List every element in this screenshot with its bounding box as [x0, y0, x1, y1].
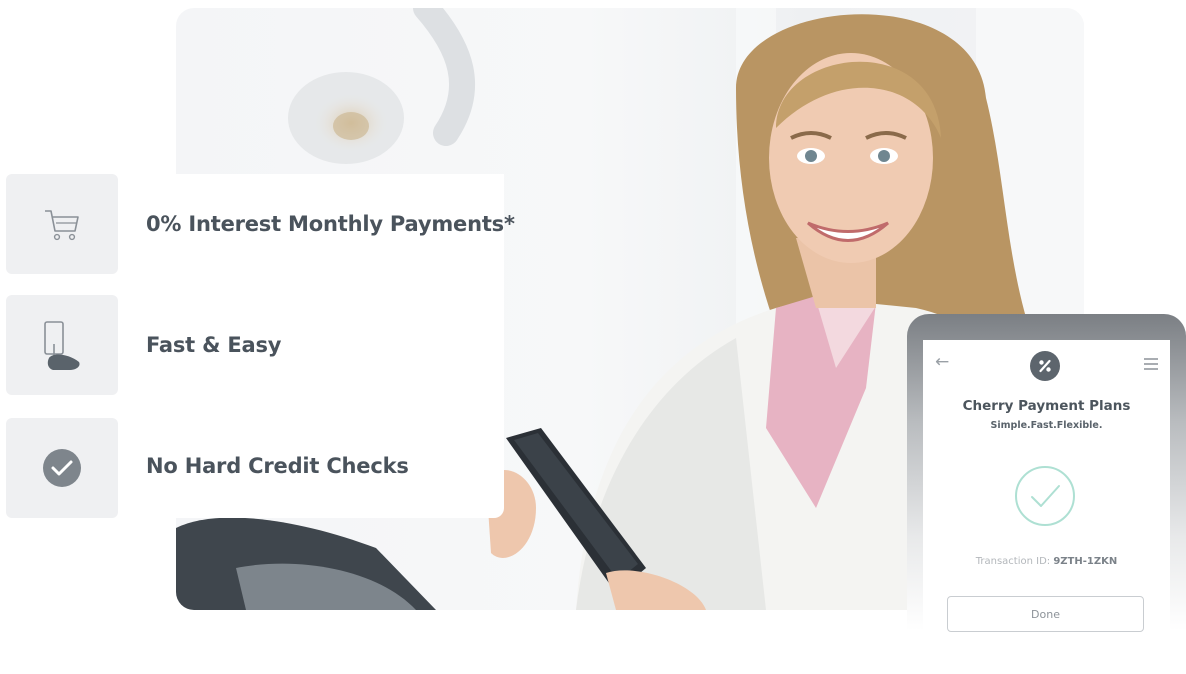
shopping-cart-icon [45, 210, 79, 241]
phone-mockup: ← Cherry Payment Plans Simple.Fast.Flexi… [907, 314, 1186, 674]
hamburger-menu-icon[interactable] [1144, 358, 1158, 373]
transaction-label: Transaction ID: [975, 556, 1054, 567]
phone-screen: ← Cherry Payment Plans Simple.Fast.Flexi… [923, 340, 1170, 674]
feature-label-fast: Fast & Easy [146, 333, 282, 357]
phone-tap-icon [44, 321, 80, 370]
feature-icon-box-fast [6, 295, 118, 395]
feature-label-credit: No Hard Credit Checks [146, 454, 409, 478]
transaction-line: Transaction ID: 9ZTH-1ZKN [923, 556, 1170, 567]
back-arrow-icon[interactable]: ← [935, 352, 949, 372]
feature-icon-box-credit [6, 418, 118, 518]
feature-icon-box-interest [6, 174, 118, 274]
check-circle-icon [43, 449, 81, 487]
app-subtitle: Simple.Fast.Flexible. [990, 420, 1103, 431]
done-button[interactable]: Done [947, 596, 1144, 632]
app-title: Cherry Payment Plans [962, 398, 1131, 414]
checkmark-circle-icon [1015, 466, 1075, 526]
feature-label-interest: 0% Interest Monthly Payments* [146, 212, 515, 236]
transaction-id: 9ZTH-1ZKN [1053, 556, 1118, 567]
percent-icon [1030, 351, 1060, 381]
